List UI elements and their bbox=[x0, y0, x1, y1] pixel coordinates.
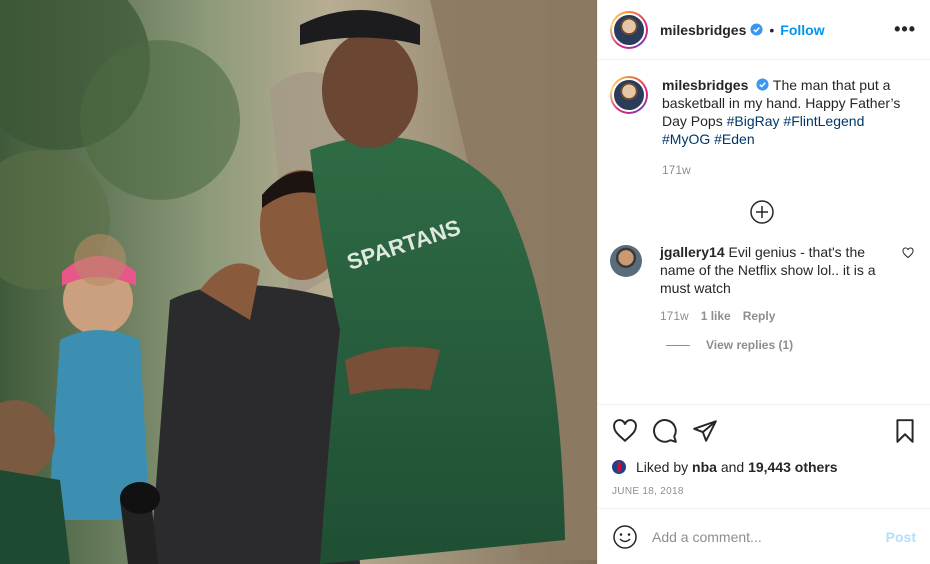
reply-button[interactable]: Reply bbox=[743, 309, 776, 323]
follow-button[interactable]: Follow bbox=[780, 22, 824, 38]
share-plane-icon[interactable] bbox=[692, 418, 718, 444]
author-avatar[interactable] bbox=[610, 10, 648, 49]
post-side-panel: milesbridges • Follow ••• milesbridges T… bbox=[597, 0, 930, 564]
liked-by-prefix: Liked by bbox=[636, 459, 689, 475]
verified-badge-icon bbox=[750, 23, 763, 36]
load-more-comments[interactable] bbox=[610, 199, 914, 225]
caption-author-username[interactable]: milesbridges bbox=[662, 77, 748, 93]
bookmark-icon[interactable] bbox=[892, 418, 918, 444]
photo-illustration: SPARTANS bbox=[0, 0, 597, 564]
likes-summary: Liked by nba and 19,443 others bbox=[598, 456, 930, 478]
liked-by-user[interactable]: nba bbox=[692, 459, 717, 475]
liked-by-and: and bbox=[720, 459, 745, 475]
post-photo[interactable]: SPARTANS bbox=[0, 0, 597, 564]
post-comment-button[interactable]: Post bbox=[886, 529, 916, 545]
caption: milesbridges The man that put a basketba… bbox=[610, 76, 914, 179]
likes-others-count[interactable]: 19,443 others bbox=[748, 459, 838, 475]
view-replies-label[interactable]: View replies (1) bbox=[706, 338, 793, 352]
caption-author-avatar[interactable] bbox=[610, 76, 648, 114]
add-comment-bar: Add a comment... Post bbox=[598, 508, 930, 564]
emoji-smile-icon[interactable] bbox=[612, 524, 638, 550]
comments-section: milesbridges The man that put a basketba… bbox=[598, 60, 930, 404]
commenter-username[interactable]: jgallery14 bbox=[660, 244, 725, 260]
nba-logo-avatar[interactable] bbox=[612, 460, 626, 474]
comment-input[interactable]: Add a comment... bbox=[652, 529, 886, 545]
comment-likes-count[interactable]: 1 like bbox=[701, 309, 731, 323]
caption-timestamp[interactable]: 171w bbox=[662, 161, 912, 179]
caption-text-block: milesbridges The man that put a basketba… bbox=[662, 76, 912, 179]
hashtag-link[interactable]: #BigRay bbox=[727, 113, 780, 129]
verified-badge-icon bbox=[756, 78, 769, 91]
commenter-avatar[interactable] bbox=[610, 245, 642, 277]
comment-meta: 171w 1 like Reply bbox=[660, 309, 914, 323]
hashtag-link[interactable]: #Eden bbox=[714, 131, 754, 147]
comment-bubble-icon[interactable] bbox=[652, 418, 678, 444]
comment-timestamp[interactable]: 171w bbox=[660, 309, 689, 323]
instagram-post: SPARTANS milesbridges • Follow ••• miles… bbox=[0, 0, 930, 564]
post-date[interactable]: JUNE 18, 2018 bbox=[598, 478, 930, 508]
more-options-icon[interactable]: ••• bbox=[894, 19, 916, 40]
load-more-plus-icon[interactable] bbox=[749, 199, 775, 225]
hashtag-link[interactable]: #MyOG bbox=[662, 131, 710, 147]
comment-text-block: jgallery14 Evil genius - that's the name… bbox=[660, 243, 885, 297]
post-header: milesbridges • Follow ••• bbox=[598, 0, 930, 60]
separator-dot: • bbox=[769, 21, 775, 38]
replies-divider-line bbox=[666, 344, 690, 346]
view-replies-button[interactable]: View replies (1) bbox=[666, 338, 914, 352]
comment-like-heart-icon[interactable] bbox=[902, 247, 914, 259]
like-heart-icon[interactable] bbox=[612, 418, 638, 444]
comment: jgallery14 Evil genius - that's the name… bbox=[610, 243, 914, 297]
action-bar bbox=[598, 404, 930, 456]
author-username[interactable]: milesbridges bbox=[660, 22, 746, 38]
hashtag-link[interactable]: #FlintLegend bbox=[783, 113, 864, 129]
